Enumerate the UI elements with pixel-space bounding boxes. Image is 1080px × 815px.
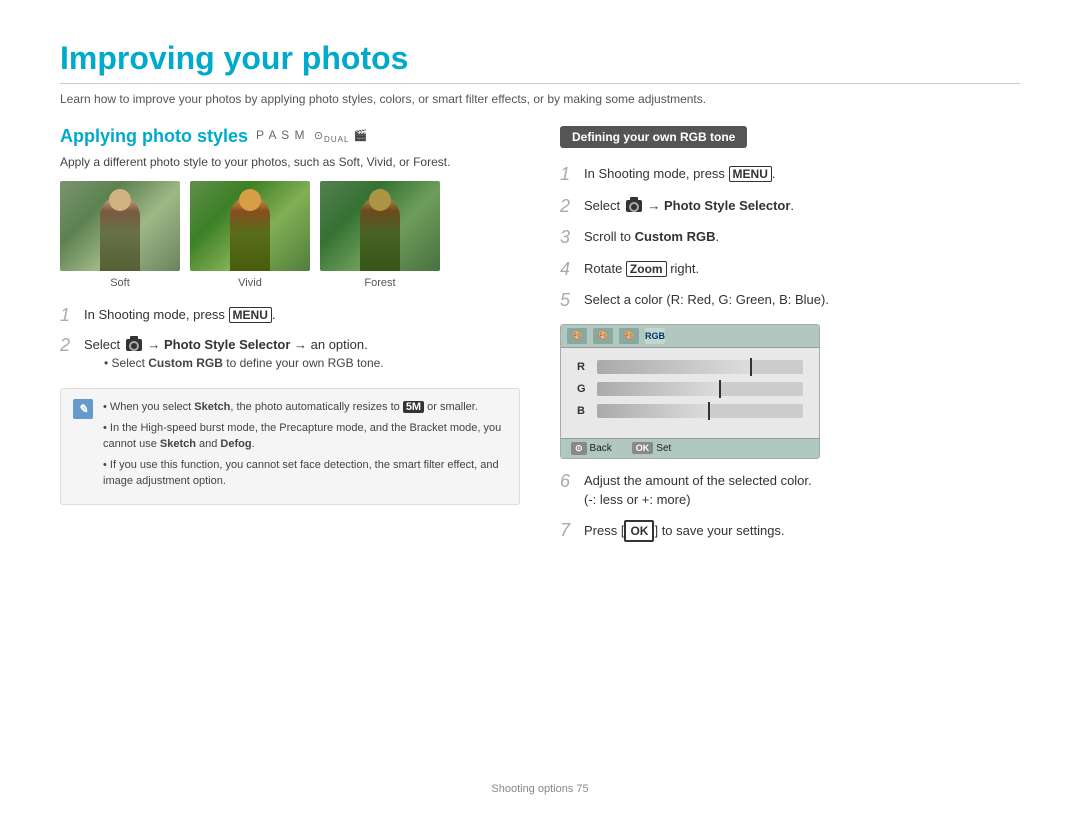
page-footer: Shooting options 75 xyxy=(0,783,1080,795)
right-step-text-3: Scroll to Custom RGB. xyxy=(584,227,1020,247)
page-title: Improving your photos xyxy=(60,40,1020,77)
pasm-badge: P A S M ⊙DUAL 🎬 xyxy=(256,128,368,144)
note-bullet-3: • If you use this function, you cannot s… xyxy=(103,457,507,490)
note-bullet-2: • In the High-speed burst mode, the Prec… xyxy=(103,420,507,453)
rgb-toolbar: 🎨 🎨 🎨 RGB xyxy=(561,325,819,348)
rgb-label-g: G xyxy=(577,383,589,395)
right-step-text-6: Adjust the amount of the selected color.… xyxy=(584,471,1020,510)
back-key-icon: ⊙ xyxy=(571,442,587,455)
rgb-indicator-g xyxy=(719,380,721,398)
label-vivid: Vivid xyxy=(190,277,310,289)
note-bullet-1: • When you select Sketch, the photo auto… xyxy=(103,399,507,416)
photo-forest xyxy=(320,181,440,271)
rgb-indicator-b xyxy=(708,402,710,420)
two-column-layout: Applying photo styles P A S M ⊙DUAL 🎬 Ap… xyxy=(60,126,1020,552)
left-column: Applying photo styles P A S M ⊙DUAL 🎬 Ap… xyxy=(60,126,520,552)
rgb-row-g: G xyxy=(577,382,803,396)
label-forest: Forest xyxy=(320,277,440,289)
rgb-fill-b xyxy=(597,404,710,418)
rgb-row-r: R xyxy=(577,360,803,374)
rgb-fill-g xyxy=(597,382,721,396)
right-step-text-2: Select → Photo Style Selector. xyxy=(584,196,1020,216)
right-step-num-7: 7 xyxy=(560,520,576,542)
page-subtitle: Learn how to improve your photos by appl… xyxy=(60,92,1020,106)
menu-key: MENU xyxy=(229,307,272,323)
right-column: Defining your own RGB tone 1 In Shooting… xyxy=(560,126,1020,552)
right-step-3: 3 Scroll to Custom RGB. xyxy=(560,227,1020,249)
note-content: • When you select Sketch, the photo auto… xyxy=(103,399,507,494)
step-text-2: Select → Photo Style Selector → an optio… xyxy=(84,335,520,379)
right-step-text-7: Press [OK] to save your settings. xyxy=(584,520,1020,542)
left-step-2: 2 Select → Photo Style Selector → an opt… xyxy=(60,335,520,379)
left-step-1: 1 In Shooting mode, press MENU. xyxy=(60,305,520,327)
right-step-6: 6 Adjust the amount of the selected colo… xyxy=(560,471,1020,510)
zoom-key: Zoom xyxy=(626,261,667,277)
ok-key: OK xyxy=(624,520,654,542)
right-step-2: 2 Select → Photo Style Selector. xyxy=(560,196,1020,218)
camera-icon-right xyxy=(626,200,642,212)
set-label: Set xyxy=(656,443,671,454)
rgb-set-btn: OK Set xyxy=(632,442,672,454)
right-step-num-4: 4 xyxy=(560,259,576,281)
rgb-fill-r xyxy=(597,360,752,374)
title-divider xyxy=(60,83,1020,84)
rgb-row-b: B xyxy=(577,404,803,418)
right-step-num-1: 1 xyxy=(560,164,576,186)
page: Improving your photos Learn how to impro… xyxy=(0,0,1080,815)
section-title-applying: Applying photo styles P A S M ⊙DUAL 🎬 xyxy=(60,126,520,147)
photo-vivid xyxy=(190,181,310,271)
right-step-text-1: In Shooting mode, press MENU. xyxy=(584,164,1020,184)
right-step-1: 1 In Shooting mode, press MENU. xyxy=(560,164,1020,186)
ok-key-icon: OK xyxy=(632,442,654,454)
right-step-text-4: Rotate Zoom right. xyxy=(584,259,1020,279)
rgb-back-btn: ⊙ Back xyxy=(571,442,612,455)
section-description: Apply a different photo style to your ph… xyxy=(60,155,520,169)
photo-soft xyxy=(60,181,180,271)
rgb-bar-g xyxy=(597,382,803,396)
right-step-num-5: 5 xyxy=(560,290,576,312)
rgb-bar-r xyxy=(597,360,803,374)
label-soft: Soft xyxy=(60,277,180,289)
rgb-ui-mockup: 🎨 🎨 🎨 RGB R G xyxy=(560,324,820,459)
rgb-tab-2: 🎨 xyxy=(593,328,613,344)
rgb-label-b: B xyxy=(577,405,589,417)
right-step-4: 4 Rotate Zoom right. xyxy=(560,259,1020,281)
footer-text: Shooting options 75 xyxy=(491,783,588,795)
note-box: ✎ • When you select Sketch, the photo au… xyxy=(60,388,520,505)
step-text-1: In Shooting mode, press MENU. xyxy=(84,305,520,325)
rgb-bar-b xyxy=(597,404,803,418)
rgb-indicator-r xyxy=(750,358,752,376)
step-num-2: 2 xyxy=(60,335,76,357)
note-icon: ✎ xyxy=(73,399,93,419)
applying-photo-styles-label: Applying photo styles xyxy=(60,126,248,147)
step-num-1: 1 xyxy=(60,305,76,327)
photo-examples-row xyxy=(60,181,520,271)
right-step-num-3: 3 xyxy=(560,227,576,249)
5m-badge: 5M xyxy=(403,401,424,413)
step6-sub: (-: less or +: more) xyxy=(584,492,691,507)
right-step-num-6: 6 xyxy=(560,471,576,493)
right-step-7: 7 Press [OK] to save your settings. xyxy=(560,520,1020,542)
rgb-tab-active: RGB xyxy=(645,328,665,344)
rgb-label-r: R xyxy=(577,361,589,373)
rgb-tab-1: 🎨 xyxy=(567,328,587,344)
rgb-section-header: Defining your own RGB tone xyxy=(560,126,747,148)
rgb-tab-3: 🎨 xyxy=(619,328,639,344)
sub-bullet-customrgb: Select Custom RGB to define your own RGB… xyxy=(104,354,520,372)
right-step-5: 5 Select a color (R: Red, G: Green, B: B… xyxy=(560,290,1020,312)
right-step-num-2: 2 xyxy=(560,196,576,218)
back-label: Back xyxy=(590,443,612,454)
photo-labels-row: Soft Vivid Forest xyxy=(60,277,520,289)
rgb-footer: ⊙ Back OK Set xyxy=(561,438,819,458)
camera-icon-left xyxy=(126,339,142,351)
rgb-body: R G xyxy=(561,348,819,438)
right-step-text-5: Select a color (R: Red, G: Green, B: Blu… xyxy=(584,290,1020,310)
menu-key-right: MENU xyxy=(729,166,772,182)
